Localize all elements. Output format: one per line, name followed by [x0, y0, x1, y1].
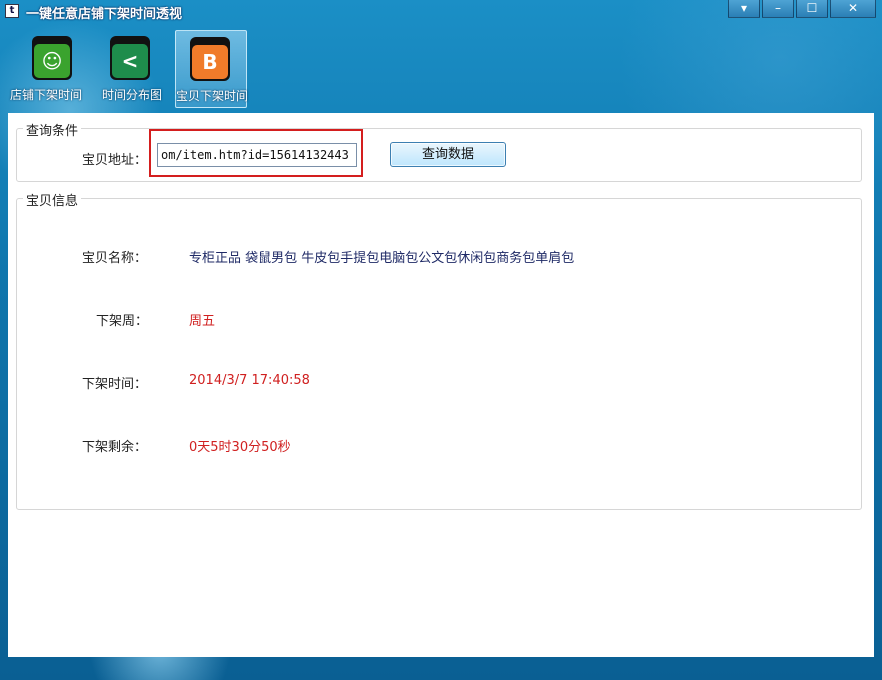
delist-time-label: 下架时间：: [82, 377, 148, 392]
delist-remaining-label: 下架剩余：: [82, 440, 148, 455]
close-button[interactable]: ✕: [830, 0, 876, 18]
url-label: 宝贝地址：: [82, 153, 148, 168]
window-controls: ▾ – ☐ ✕: [726, 0, 876, 20]
query-button[interactable]: 查询数据: [390, 142, 506, 167]
title-bar[interactable]: t 一键任意店铺下架时间透视 ▾ – ☐ ✕: [0, 0, 882, 22]
info-group: 宝贝信息: [16, 190, 862, 510]
tool-item-delist-time[interactable]: B 宝贝下架时间: [175, 30, 248, 108]
share-icon: <: [110, 36, 150, 80]
window-title: 一键任意店铺下架时间透视: [26, 7, 183, 22]
delist-week-label: 下架周：: [96, 314, 149, 329]
query-group-title: 查询条件: [23, 120, 82, 139]
url-input[interactable]: [157, 143, 357, 167]
app-icon: t: [5, 4, 19, 18]
delist-remaining-value: 0天5时30分50秒: [189, 440, 291, 455]
item-name-label: 宝贝名称：: [82, 251, 148, 266]
tool-time-distribution[interactable]: < 时间分布图: [88, 30, 162, 108]
tool-label: 时间分布图: [101, 88, 162, 102]
tool-label: 店铺下架时间: [9, 88, 82, 102]
chat-bubble-icon: ☺: [32, 36, 72, 80]
main-panel: 查询条件 宝贝地址： 查询数据 宝贝信息 宝贝名称： 专柜正品 袋鼠男包 牛皮包…: [8, 113, 874, 657]
minimize-button[interactable]: –: [762, 0, 794, 18]
info-group-title: 宝贝信息: [23, 190, 82, 209]
dropdown-menu-button[interactable]: ▾: [728, 0, 760, 18]
delist-time-value: 2014/3/7 17:40:58: [189, 373, 310, 388]
delist-week-value: 周五: [189, 314, 216, 329]
item-name-value: 专柜正品 袋鼠男包 牛皮包手提包电脑包公文包休闲包商务包单肩包: [189, 251, 575, 266]
maximize-button[interactable]: ☐: [796, 0, 828, 18]
tool-label: 宝贝下架时间: [175, 89, 248, 103]
blogger-icon: B: [190, 37, 230, 81]
tool-shop-delist-time[interactable]: ☺ 店铺下架时间: [10, 30, 82, 108]
